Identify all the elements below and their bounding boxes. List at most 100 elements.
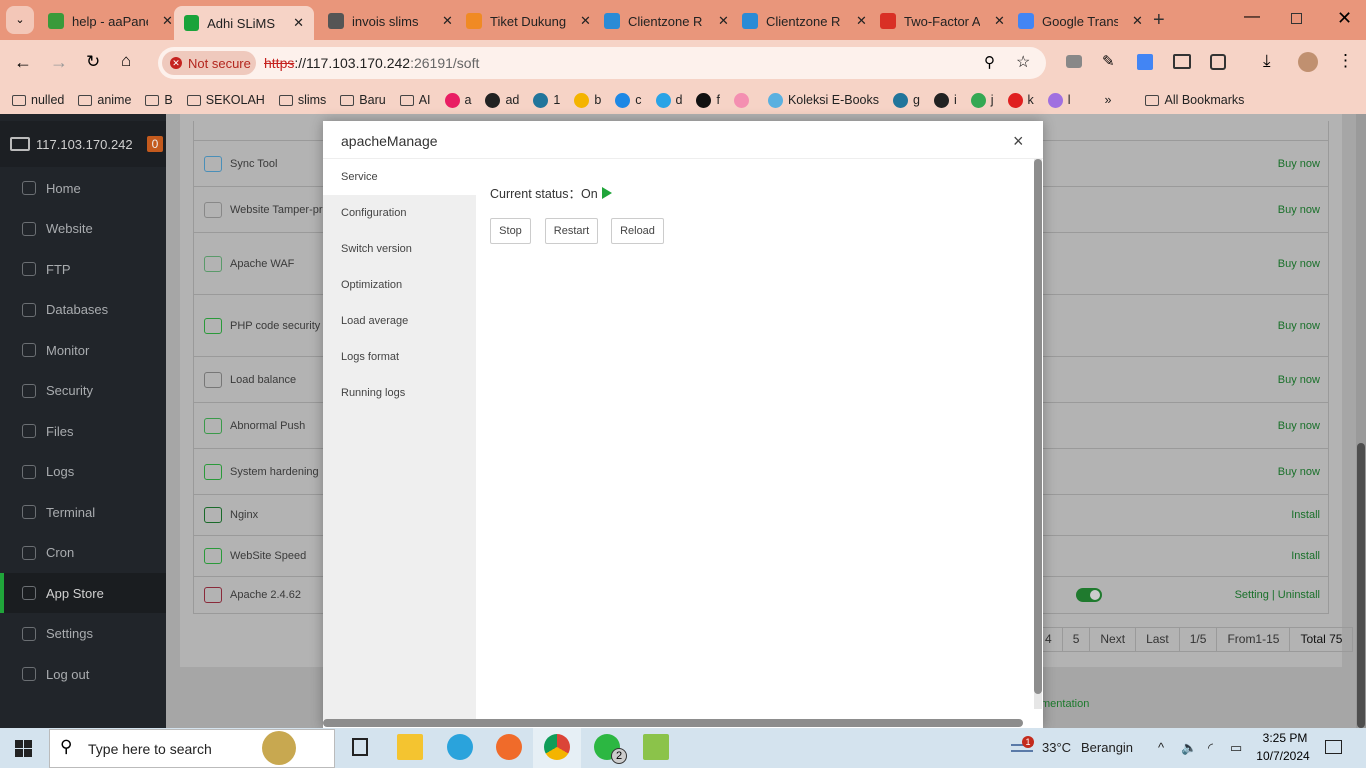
reload-icon[interactable]: ↻ <box>86 52 100 72</box>
url-text[interactable]: https://117.103.170.242:26191/soft <box>264 55 479 71</box>
notification-badge[interactable]: 0 <box>146 136 164 152</box>
download-icon[interactable]: ⤓ <box>1263 51 1271 71</box>
app-toggle[interactable] <box>1076 588 1102 602</box>
all-bookmarks-button[interactable]: All Bookmarks <box>1145 93 1244 107</box>
sidebar-item-terminal[interactable]: Terminal <box>0 492 166 532</box>
bookmark-item[interactable]: g <box>892 92 920 108</box>
volume-icon[interactable]: 🔈 <box>1181 740 1197 756</box>
sidebar-item-databases[interactable]: Databases <box>0 290 166 330</box>
file-explorer-icon[interactable] <box>397 734 423 760</box>
sidebar-item-log-out[interactable]: Log out <box>0 654 166 694</box>
dialog-menu-load-average[interactable]: Load average <box>323 303 476 339</box>
browser-tab[interactable]: Tiket Dukung ✕ <box>466 8 592 34</box>
app-action-link[interactable]: Install <box>1291 509 1320 521</box>
forward-button[interactable]: → <box>50 52 68 73</box>
app-action-link[interactable]: Setting | Uninstall <box>1235 589 1320 601</box>
close-icon[interactable]: × <box>1013 131 1024 152</box>
app-action-link[interactable]: Buy now <box>1278 258 1320 270</box>
new-tab-button[interactable]: + <box>1153 9 1165 32</box>
close-tab-icon[interactable]: ✕ <box>1132 13 1143 29</box>
bookmark-item[interactable]: c <box>615 92 642 108</box>
dialog-scrollbar-thumb[interactable] <box>1034 159 1042 694</box>
bookmark-item[interactable]: d <box>655 92 682 108</box>
extensions-icon[interactable] <box>1210 54 1226 70</box>
bookmark-item[interactable]: l <box>1047 92 1071 108</box>
pager-item[interactable]: Next <box>1089 628 1135 651</box>
pager-item[interactable]: 5 <box>1061 628 1090 651</box>
close-tab-icon[interactable]: ✕ <box>718 13 729 29</box>
battery-icon[interactable]: ▭ <box>1230 740 1242 756</box>
bookmark-item[interactable]: nulled <box>12 93 64 107</box>
close-tab-icon[interactable]: ✕ <box>442 13 453 29</box>
tab-search-button[interactable]: ⌄ <box>6 6 34 34</box>
minimize-button[interactable]: — <box>1244 8 1260 26</box>
browser-tab[interactable]: Adhi SLiMS L ✕ <box>174 6 314 40</box>
close-window-button[interactable]: ✕ <box>1337 8 1352 29</box>
browser-tab[interactable]: Two-Factor A ✕ <box>880 8 1006 34</box>
sidebar-item-files[interactable]: Files <box>0 411 166 451</box>
browser-tab[interactable]: Clientzone R ✕ <box>604 8 730 34</box>
home-icon[interactable]: ⌂ <box>121 51 131 71</box>
dialog-horizontal-scrollbar[interactable] <box>323 719 1023 727</box>
notepad-icon[interactable] <box>643 734 669 760</box>
restart-button[interactable]: Restart <box>545 218 598 244</box>
windows-start-icon[interactable] <box>15 740 32 757</box>
app-action-link[interactable]: Buy now <box>1278 204 1320 216</box>
bookmark-item[interactable]: B <box>145 93 173 107</box>
sidebar-item-logs[interactable]: Logs <box>0 452 166 492</box>
sidebar-item-security[interactable]: Security <box>0 371 166 411</box>
app-action-link[interactable]: Install <box>1291 550 1320 562</box>
bookmark-item[interactable]: Baru <box>340 93 386 107</box>
chevron-up-icon[interactable]: ^ <box>1158 740 1164 755</box>
menu-icon[interactable]: ⋮ <box>1337 51 1354 71</box>
pager-item[interactable]: Last <box>1135 628 1179 651</box>
stop-button[interactable]: Stop <box>490 218 531 244</box>
sidebar-item-ftp[interactable]: FTP <box>0 249 166 289</box>
translate-icon[interactable] <box>1137 54 1153 70</box>
documentation-link[interactable]: mentation <box>1041 698 1089 710</box>
bookmark-item[interactable]: 1 <box>533 92 560 108</box>
bookmarks-overflow-button[interactable]: » <box>1105 93 1112 107</box>
telegram-icon[interactable] <box>447 734 473 760</box>
security-chip[interactable]: ✕ Not secure <box>162 51 256 75</box>
bookmark-item[interactable]: a <box>444 92 471 108</box>
sidebar-item-website[interactable]: Website <box>0 209 166 249</box>
dialog-menu-switch-version[interactable]: Switch version <box>323 231 476 267</box>
close-tab-icon[interactable]: ✕ <box>162 13 173 29</box>
page-scrollbar-thumb[interactable] <box>1357 443 1365 728</box>
bookmark-item[interactable]: f <box>696 92 720 108</box>
browser-tab[interactable]: Clientzone R ✕ <box>742 8 868 34</box>
bookmark-item[interactable]: ad <box>485 92 519 108</box>
app-action-link[interactable]: Buy now <box>1278 420 1320 432</box>
chrome-icon[interactable] <box>544 734 570 760</box>
bookmark-item[interactable]: b <box>574 92 601 108</box>
bookmark-item[interactable]: AI <box>399 93 431 107</box>
app-action-link[interactable]: Buy now <box>1278 374 1320 386</box>
star-icon[interactable]: ☆ <box>1016 52 1030 72</box>
bookmark-item[interactable]: SEKOLAH <box>186 93 265 107</box>
weather-temp[interactable]: 33°C <box>1042 740 1071 755</box>
bookmark-item[interactable]: k <box>1007 92 1034 108</box>
close-tab-icon[interactable]: ✕ <box>994 13 1005 29</box>
clock-date[interactable]: 10/7/2024 <box>1252 749 1314 763</box>
dialog-menu-optimization[interactable]: Optimization <box>323 267 476 303</box>
camera-icon[interactable] <box>1066 55 1082 68</box>
sidebar-item-cron[interactable]: Cron <box>0 533 166 573</box>
bookmark-item[interactable]: j <box>970 92 994 108</box>
browser-tab[interactable]: invois slims ✕ <box>328 8 454 34</box>
sidebar-item-app-store[interactable]: App Store <box>0 573 166 613</box>
close-tab-icon[interactable]: ✕ <box>293 15 304 31</box>
bookmark-item[interactable]: anime <box>78 93 131 107</box>
bookmark-item[interactable]: Koleksi E-Books <box>767 92 879 108</box>
browser-tab[interactable]: Google Trans ✕ <box>1018 8 1144 34</box>
app-action-link[interactable]: Buy now <box>1278 158 1320 170</box>
notification-center-icon[interactable] <box>1325 740 1342 754</box>
zoom-icon[interactable]: ⚲ <box>984 53 995 71</box>
sidebar-item-monitor[interactable]: Monitor <box>0 330 166 370</box>
bookmark-item[interactable]: i <box>933 92 957 108</box>
cast-icon[interactable] <box>1173 54 1191 69</box>
wifi-icon[interactable]: ◜ <box>1208 740 1213 756</box>
dialog-menu-logs-format[interactable]: Logs format <box>323 339 476 375</box>
close-tab-icon[interactable]: ✕ <box>856 13 867 29</box>
sidebar-item-settings[interactable]: Settings <box>0 614 166 654</box>
